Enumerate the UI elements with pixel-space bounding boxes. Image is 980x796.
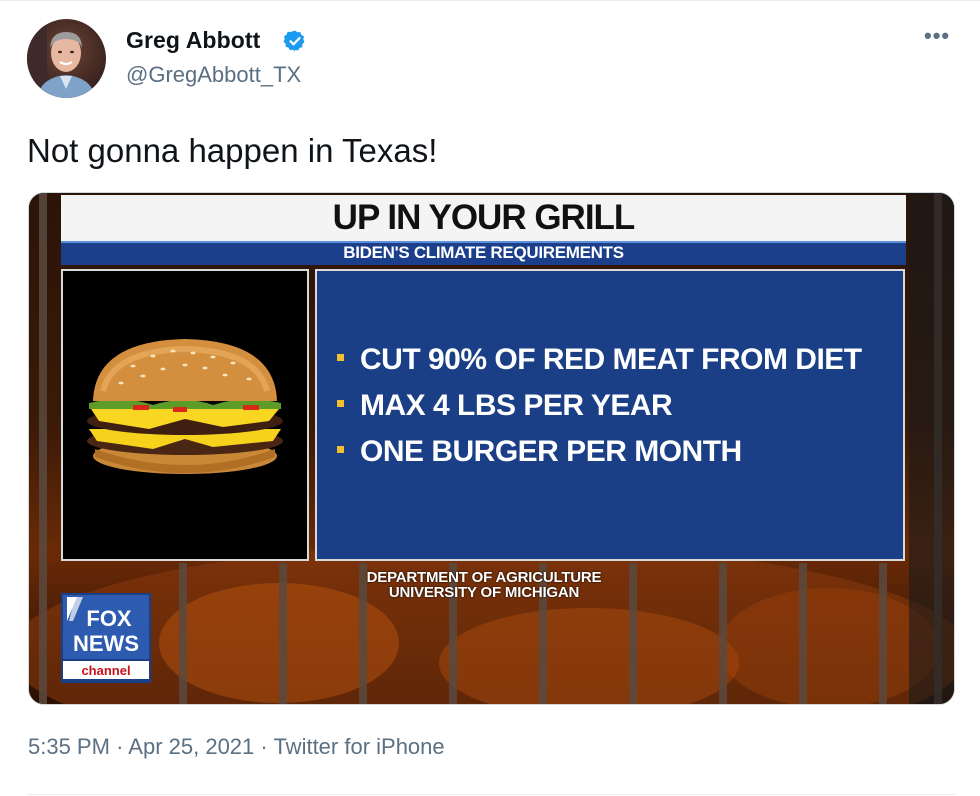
requirement-text: ONE BURGER PER MONTH: [360, 435, 742, 468]
tweet-time[interactable]: 5:35 PM: [28, 734, 110, 759]
requirements-panel: CUT 90% OF RED MEAT FROM DIET MAX 4 LBS …: [315, 269, 905, 561]
source-caption: DEPARTMENT OF AGRICULTURE UNIVERSITY OF …: [309, 570, 659, 600]
tweet-client[interactable]: Twitter for iPhone: [273, 734, 444, 759]
tweet-text: Not gonna happen in Texas!: [27, 132, 438, 169]
banner-title: UP IN YOUR GRILL: [61, 195, 906, 241]
requirement-text: CUT 90% OF RED MEAT FROM DIET: [360, 343, 862, 376]
source-line: UNIVERSITY OF MICHIGAN: [388, 584, 580, 601]
display-name[interactable]: Greg Abbott: [126, 27, 260, 54]
headline: UP IN YOUR GRILL: [332, 198, 636, 237]
bullet-icon: [337, 445, 344, 453]
banner-subtitle: BIDEN'S CLIMATE REQUIREMENTS: [61, 241, 906, 265]
more-options-icon[interactable]: •••: [924, 25, 950, 47]
logo-channel-text: channel: [81, 663, 130, 678]
tweet-media-image[interactable]: UP IN YOUR GRILL BIDEN'S CLIMATE REQUIRE…: [28, 192, 955, 705]
logo-news-text: NEWS: [73, 631, 139, 656]
bottom-divider: [27, 794, 955, 795]
burger-image: [87, 339, 283, 474]
meta-separator: ·: [260, 734, 268, 759]
tweet: Greg Abbott @GregAbbott_TX ••• Not gonna…: [0, 0, 980, 796]
verified-badge-icon: [283, 30, 305, 52]
tweet-date[interactable]: Apr 25, 2021: [128, 734, 254, 759]
bullet-icon: [337, 353, 344, 361]
fox-news-logo: FOX NEWS channel: [61, 593, 151, 683]
subheadline: BIDEN'S CLIMATE REQUIREMENTS: [343, 243, 624, 262]
handle[interactable]: @GregAbbott_TX: [126, 62, 301, 88]
source-line: DEPARTMENT OF AGRICULTURE: [366, 569, 602, 586]
requirement-text: MAX 4 LBS PER YEAR: [360, 389, 673, 422]
meta-separator: ·: [116, 734, 124, 759]
burger-panel: [61, 269, 309, 561]
requirement-item: MAX 4 LBS PER YEAR: [337, 389, 673, 423]
logo-fox-text: FOX: [86, 606, 132, 631]
requirement-item: CUT 90% OF RED MEAT FROM DIET: [337, 343, 862, 377]
requirement-item: ONE BURGER PER MONTH: [337, 435, 742, 469]
avatar[interactable]: [27, 19, 106, 98]
bullet-icon: [337, 399, 344, 407]
tweet-meta: 5:35 PM · Apr 25, 2021 · Twitter for iPh…: [28, 734, 445, 760]
top-divider: [0, 0, 980, 1]
